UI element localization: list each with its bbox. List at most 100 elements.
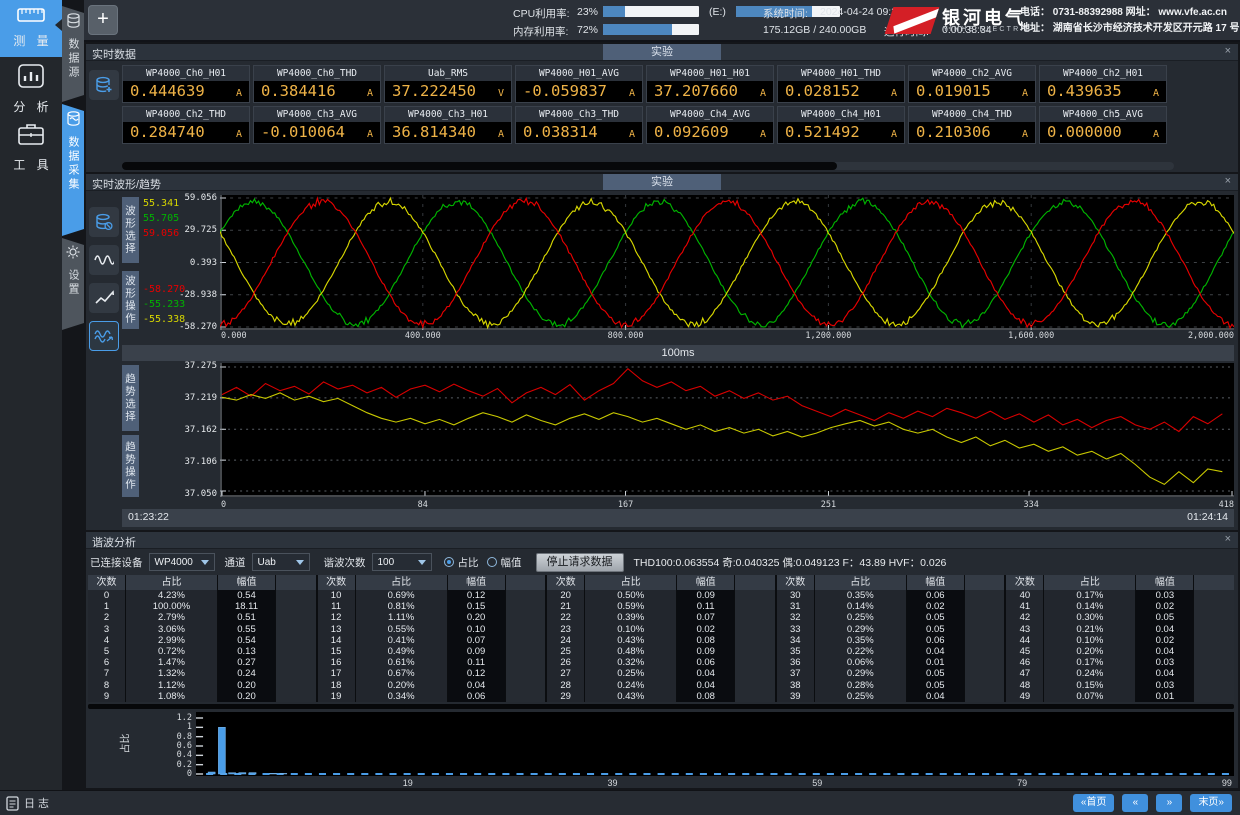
harmonic-row[interactable]: 180.20%0.04 (318, 680, 546, 691)
log-button[interactable]: 日 志 (6, 795, 49, 811)
harmonic-row[interactable]: 71.32%0.24 (88, 668, 316, 679)
trend-select-tab[interactable]: 趋势选择 (122, 365, 139, 431)
harmonic-row[interactable]: 210.59%0.11 (547, 601, 775, 612)
trend-operate-tab[interactable]: 趋势操作 (122, 435, 139, 497)
harmonic-row[interactable]: 91.08%0.20 (88, 691, 316, 702)
order-select[interactable]: 100 (372, 553, 432, 571)
harmonic-order: 23 (547, 624, 585, 635)
ratio-radio[interactable]: 占比 (444, 555, 479, 570)
harmonic-row[interactable]: 310.14%0.02 (777, 601, 1005, 612)
harmonic-row[interactable]: 330.29%0.05 (777, 624, 1005, 635)
harmonic-row[interactable]: 130.55%0.10 (318, 624, 546, 635)
harmonic-row[interactable]: 410.14%0.02 (1006, 601, 1234, 612)
harmonic-row[interactable]: 33.06%0.55 (88, 624, 316, 635)
harmonic-row[interactable]: 490.07%0.01 (1006, 691, 1234, 702)
close-icon[interactable]: × (1225, 175, 1231, 187)
harmonic-row[interactable]: 240.43%0.08 (547, 635, 775, 646)
add-datasource-button[interactable] (89, 70, 119, 100)
harmonic-row[interactable]: 360.06%0.01 (777, 657, 1005, 668)
harmonic-row[interactable]: 350.22%0.04 (777, 646, 1005, 657)
wave-select-tab[interactable]: 波形选择 (122, 197, 139, 263)
first-page-button[interactable]: «首页 (1073, 794, 1115, 812)
harmonic-row[interactable]: 340.35%0.06 (777, 635, 1005, 646)
trend-spacer (140, 363, 184, 497)
harmonic-row[interactable]: 1100.00%18.11 (88, 601, 316, 612)
harmonic-row[interactable]: 270.25%0.04 (547, 668, 775, 679)
prev-page-button[interactable]: « (1122, 794, 1148, 812)
harmonic-row[interactable]: 380.28%0.05 (777, 680, 1005, 691)
harmonic-row[interactable]: 170.67%0.12 (318, 668, 546, 679)
harmonic-order: 0 (88, 590, 126, 601)
harmonic-row[interactable]: 300.35%0.06 (777, 590, 1005, 601)
harmonic-row[interactable]: 260.32%0.06 (547, 657, 775, 668)
subnav-tab-settings[interactable]: 设置 (62, 238, 84, 330)
harmonic-row[interactable]: 04.23%0.54 (88, 590, 316, 601)
close-icon[interactable]: × (1225, 45, 1231, 57)
harmonic-filler (276, 590, 316, 601)
harmonic-row[interactable]: 450.20%0.04 (1006, 646, 1234, 657)
harmonic-row[interactable]: 290.43%0.08 (547, 691, 775, 702)
harmonic-row[interactable]: 400.17%0.03 (1006, 590, 1234, 601)
card-value: 36.814340A (385, 122, 511, 143)
harmonic-row[interactable]: 250.48%0.09 (547, 646, 775, 657)
harmonic-row[interactable]: 22.79%0.51 (88, 612, 316, 623)
data-card: WP4000_Ch3_H0136.814340A (384, 106, 512, 144)
harmonic-row[interactable]: 440.10%0.02 (1006, 635, 1234, 646)
trend-plot[interactable] (220, 363, 1234, 497)
harmonic-row[interactable]: 61.47%0.27 (88, 657, 316, 668)
harmonic-amplitude: 0.11 (677, 601, 735, 612)
bar-plot[interactable] (196, 712, 1234, 776)
close-icon[interactable]: × (1225, 533, 1231, 545)
experiment-tab[interactable]: 实验 (603, 174, 721, 190)
trend-line-button[interactable] (89, 283, 119, 313)
last-page-button[interactable]: 末页» (1190, 794, 1232, 812)
harmonic-row[interactable]: 50.72%0.13 (88, 646, 316, 657)
harmonic-row[interactable]: 220.39%0.07 (547, 612, 775, 623)
harmonic-row[interactable]: 420.30%0.05 (1006, 612, 1234, 623)
harmonic-row[interactable]: 150.49%0.09 (318, 646, 546, 657)
harmonic-row[interactable]: 140.41%0.07 (318, 635, 546, 646)
sidebar-item-analyze[interactable]: 分 析 (0, 61, 62, 117)
cards-scrollbar-thumb[interactable] (122, 162, 837, 170)
experiment-tab[interactable]: 实验 (603, 44, 721, 60)
harmonic-row[interactable]: 200.50%0.09 (547, 590, 775, 601)
subnav-tab-datasource[interactable]: 数据源 (62, 6, 84, 102)
harmonic-row[interactable]: 480.15%0.03 (1006, 680, 1234, 691)
harmonic-row[interactable]: 121.11%0.20 (318, 612, 546, 623)
harmonic-row[interactable]: 280.24%0.04 (547, 680, 775, 691)
card-unit: A (891, 129, 897, 140)
sine-wave-button[interactable] (89, 245, 119, 275)
harmonic-row[interactable]: 390.25%0.04 (777, 691, 1005, 702)
next-page-button[interactable]: » (1156, 794, 1182, 812)
datasource-button[interactable] (89, 207, 119, 237)
harmonic-row[interactable]: 110.81%0.15 (318, 601, 546, 612)
harmonic-amplitude: 0.05 (907, 612, 965, 623)
multi-wave-button[interactable] (89, 321, 119, 351)
amplitude-radio[interactable]: 幅值 (487, 555, 522, 570)
harmonic-row[interactable]: 160.61%0.11 (318, 657, 546, 668)
harmonic-row[interactable]: 81.12%0.20 (88, 680, 316, 691)
ruler-icon (17, 8, 45, 27)
subnav-tab-acquisition[interactable]: 数据采集 (62, 104, 84, 236)
sidebar-item-tools[interactable]: 工 具 (0, 119, 62, 175)
harmonic-row[interactable]: 190.34%0.06 (318, 691, 546, 702)
device-select[interactable]: WP4000 (149, 553, 215, 571)
harmonic-row[interactable]: 430.21%0.04 (1006, 624, 1234, 635)
harmonic-row[interactable]: 460.17%0.03 (1006, 657, 1234, 668)
harmonic-row[interactable]: 230.10%0.02 (547, 624, 775, 635)
add-tab-button[interactable]: + (88, 5, 118, 35)
harmonic-ratio: 0.20% (356, 680, 448, 691)
stop-request-button[interactable]: 停止请求数据 (536, 553, 624, 572)
harmonic-row[interactable]: 370.29%0.05 (777, 668, 1005, 679)
harmonic-row[interactable]: 320.25%0.05 (777, 612, 1005, 623)
channel-select[interactable]: Uab (252, 553, 310, 571)
tables-scrollbar[interactable] (88, 704, 1234, 709)
sidebar-item-measure[interactable]: 测 量 (0, 0, 62, 57)
wave-operate-tab[interactable]: 波形操作 (122, 271, 139, 329)
bar-chart-icon (18, 64, 44, 93)
harmonic-row[interactable]: 470.24%0.04 (1006, 668, 1234, 679)
wave-plot[interactable] (220, 195, 1234, 330)
harmonic-row[interactable]: 42.99%0.54 (88, 635, 316, 646)
brand-subtitle: YINHE ELECTRIC (943, 26, 1032, 33)
harmonic-row[interactable]: 100.69%0.12 (318, 590, 546, 601)
